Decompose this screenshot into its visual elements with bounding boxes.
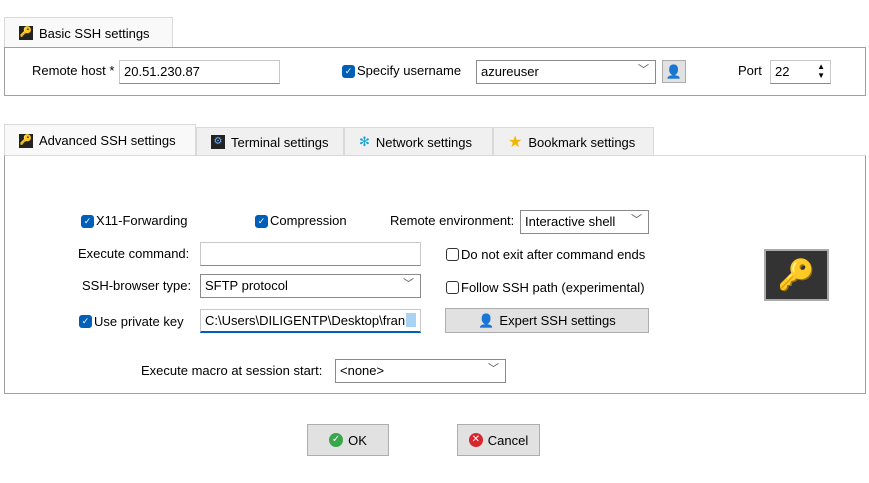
ssh-browser-type-label: SSH-browser type: bbox=[82, 278, 192, 293]
remote-host-input[interactable]: 20.51.230.87 bbox=[119, 60, 280, 84]
port-spinner[interactable]: 22 ▲ ▼ bbox=[770, 60, 831, 84]
port-label: Port bbox=[738, 63, 762, 78]
key-icon: 🔑 bbox=[19, 133, 33, 148]
button-label: OK bbox=[348, 432, 367, 448]
use-private-key-checkbox[interactable]: ✓ bbox=[79, 315, 92, 328]
select-value: Interactive shell bbox=[525, 214, 616, 229]
use-private-key-label: Use private key bbox=[94, 314, 184, 329]
specify-username-checkbox[interactable]: ✓ bbox=[342, 65, 355, 78]
check-icon: ✓ bbox=[329, 433, 344, 447]
star-icon: ★ bbox=[508, 134, 523, 151]
tab-bookmark-settings[interactable]: ★ Bookmark settings bbox=[493, 127, 654, 156]
button-label: Expert SSH settings bbox=[499, 313, 616, 328]
do-not-exit-checkbox[interactable] bbox=[446, 248, 459, 261]
follow-ssh-path-checkbox[interactable] bbox=[446, 281, 459, 294]
tab-label: Network settings bbox=[375, 134, 472, 150]
execute-macro-select[interactable]: <none> ﹀ bbox=[335, 359, 506, 383]
remote-host-label: Remote host * bbox=[32, 63, 115, 78]
chevron-down-icon: ﹀ bbox=[403, 278, 414, 290]
specify-username-label: Specify username bbox=[357, 63, 462, 78]
x11-forwarding-checkbox[interactable]: ✓ bbox=[81, 215, 94, 228]
key-icon: 🔑 bbox=[764, 249, 829, 301]
chevron-down-icon: ﹀ bbox=[631, 214, 642, 226]
chevron-down-icon: ﹀ bbox=[488, 363, 499, 375]
execute-macro-label: Execute macro at session start: bbox=[141, 363, 323, 378]
spin-arrows-icon[interactable]: ▲ ▼ bbox=[817, 62, 825, 80]
port-value: 22 bbox=[775, 64, 790, 79]
cancel-button[interactable]: ✕ Cancel bbox=[457, 424, 540, 456]
tab-network-settings[interactable]: ✻ Network settings bbox=[344, 127, 493, 156]
tab-label: Terminal settings bbox=[231, 134, 329, 150]
expert-ssh-settings-button[interactable]: 👤 Expert SSH settings bbox=[445, 308, 649, 333]
key-icon: 🔑 bbox=[19, 26, 33, 40]
x11-forwarding-label: X11-Forwarding bbox=[96, 213, 188, 228]
select-value: <none> bbox=[340, 363, 385, 378]
tab-label: Bookmark settings bbox=[528, 134, 636, 150]
user-key-button[interactable]: 👤 bbox=[662, 60, 686, 83]
close-icon: ✕ bbox=[468, 433, 483, 447]
terminal-icon: ⚙ bbox=[211, 135, 225, 149]
tab-basic-ssh-settings[interactable]: 🔑 Basic SSH settings bbox=[4, 17, 173, 48]
compression-label: Compression bbox=[270, 213, 347, 228]
remote-environment-label: Remote environment: bbox=[390, 213, 515, 228]
follow-ssh-path-label: Follow SSH path (experimental) bbox=[461, 280, 645, 295]
tab-terminal-settings[interactable]: ⚙ Terminal settings bbox=[196, 127, 344, 156]
tab-label: Basic SSH settings bbox=[39, 25, 150, 41]
username-value: azureuser bbox=[481, 64, 539, 79]
user-key-icon: 👤 bbox=[478, 312, 495, 328]
execute-command-label: Execute command: bbox=[78, 246, 190, 261]
do-not-exit-label: Do not exit after command ends bbox=[461, 247, 646, 262]
remote-environment-select[interactable]: Interactive shell ﹀ bbox=[520, 210, 649, 234]
tab-advanced-ssh-settings[interactable]: 🔑 Advanced SSH settings bbox=[4, 124, 196, 156]
user-key-icon: 👤 bbox=[665, 63, 683, 79]
private-key-path-input[interactable]: C:\Users\DILIGENTP\Desktop\fran bbox=[200, 309, 421, 333]
button-label: Cancel bbox=[487, 432, 529, 448]
username-combo[interactable]: azureuser ﹀ bbox=[476, 60, 656, 84]
network-icon: ✻ bbox=[359, 134, 370, 149]
ok-button[interactable]: ✓ OK bbox=[307, 424, 389, 456]
tab-label: Advanced SSH settings bbox=[39, 133, 176, 148]
file-icon[interactable] bbox=[406, 313, 416, 327]
execute-command-input[interactable] bbox=[200, 242, 421, 266]
select-value: SFTP protocol bbox=[205, 278, 288, 293]
chevron-down-icon: ﹀ bbox=[638, 64, 649, 76]
compression-checkbox[interactable]: ✓ bbox=[255, 215, 268, 228]
input-value: C:\Users\DILIGENTP\Desktop\fran bbox=[205, 313, 406, 328]
ssh-browser-type-select[interactable]: SFTP protocol ﹀ bbox=[200, 274, 421, 298]
